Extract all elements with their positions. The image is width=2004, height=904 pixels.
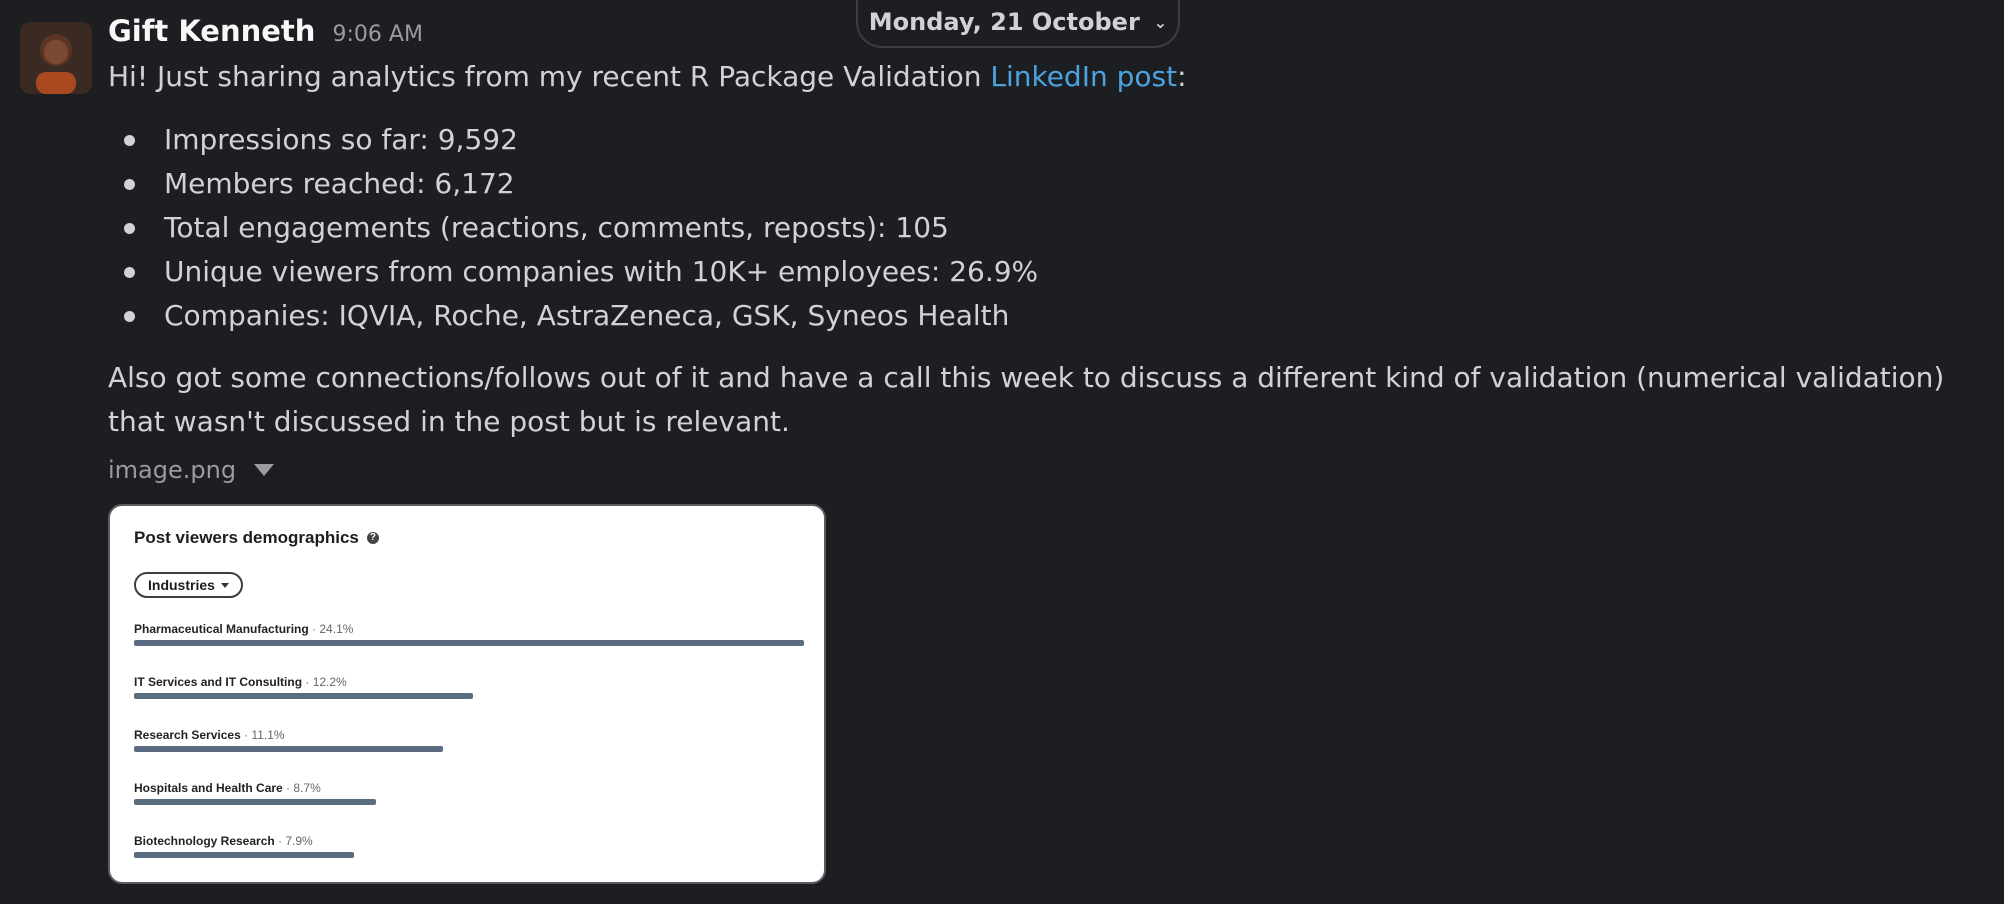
linkedin-post-link[interactable]: LinkedIn post <box>990 60 1177 93</box>
bar <box>134 693 474 699</box>
bar-label: IT Services and IT Consulting · 12.2% <box>134 675 804 689</box>
value-label: · 8.7% <box>282 781 321 795</box>
value-label: · 7.9% <box>274 834 313 848</box>
card-title-text: Post viewers demographics <box>134 528 359 547</box>
bar <box>134 746 443 752</box>
category-label: Pharmaceutical Manufacturing <box>134 622 309 636</box>
image-attachment[interactable]: Post viewers demographics ? Industries P… <box>108 504 826 884</box>
bar <box>134 799 376 805</box>
bar-label: Hospitals and Health Care · 8.7% <box>134 781 804 795</box>
sender-name[interactable]: Gift Kenneth <box>108 14 315 48</box>
dropdown-label: Industries <box>148 577 215 593</box>
value-label: · 12.2% <box>302 675 347 689</box>
attachment-filename[interactable]: image.png <box>108 456 236 484</box>
bar-label: Pharmaceutical Manufacturing · 24.1% <box>134 622 804 636</box>
value-label: · 11.1% <box>240 728 285 742</box>
help-icon: ? <box>366 532 379 544</box>
bar <box>134 852 354 858</box>
chevron-down-icon: ⌄ <box>1153 12 1168 32</box>
message-timestamp[interactable]: 9:06 AM <box>333 22 423 47</box>
intro-text: Hi! Just sharing analytics from my recen… <box>108 60 982 93</box>
bullet-list: Impressions so far: 9,592 Members reache… <box>108 118 1038 338</box>
bar-label: Biotechnology Research · 7.9% <box>134 834 804 848</box>
category-label: IT Services and IT Consulting <box>134 675 303 689</box>
date-divider-button[interactable]: Monday, 21 October ⌄ <box>856 0 1180 48</box>
category-label: Research Services <box>134 728 241 742</box>
date-label: Monday, 21 October <box>868 8 1140 36</box>
card-title: Post viewers demographics ? <box>134 528 379 548</box>
caret-down-icon <box>220 582 229 588</box>
attachment-header: image.png <box>108 456 275 484</box>
bar-row: Pharmaceutical Manufacturing · 24.1% <box>134 622 804 662</box>
category-label: Biotechnology Research <box>134 834 275 848</box>
bar-row: Hospitals and Health Care · 8.7% <box>134 781 804 821</box>
list-item: Companies: IQVIA, Roche, AstraZeneca, GS… <box>108 294 1038 338</box>
bar-row: IT Services and IT Consulting · 12.2% <box>134 675 804 715</box>
intro-suffix: : <box>1177 60 1187 93</box>
bar-label: Research Services · 11.1% <box>134 728 804 742</box>
list-item: Total engagements (reactions, comments, … <box>108 206 1038 250</box>
message-header: Gift Kenneth 9:06 AM <box>108 14 423 48</box>
list-item: Members reached: 6,172 <box>108 162 1038 206</box>
message-intro: Hi! Just sharing analytics from my recen… <box>108 60 1187 93</box>
industries-dropdown: Industries <box>134 572 243 598</box>
avatar[interactable] <box>20 22 92 94</box>
caret-down-icon[interactable] <box>254 464 275 476</box>
bar-row: Biotechnology Research · 7.9% <box>134 834 804 874</box>
category-label: Hospitals and Health Care <box>134 781 283 795</box>
bar <box>134 640 804 646</box>
value-label: · 24.1% <box>308 622 354 636</box>
list-item: Impressions so far: 9,592 <box>108 118 1038 162</box>
list-item: Unique viewers from companies with 10K+ … <box>108 250 1038 294</box>
bar-row: Research Services · 11.1% <box>134 728 804 768</box>
message-paragraph: Also got some connections/follows out of… <box>108 361 1945 438</box>
